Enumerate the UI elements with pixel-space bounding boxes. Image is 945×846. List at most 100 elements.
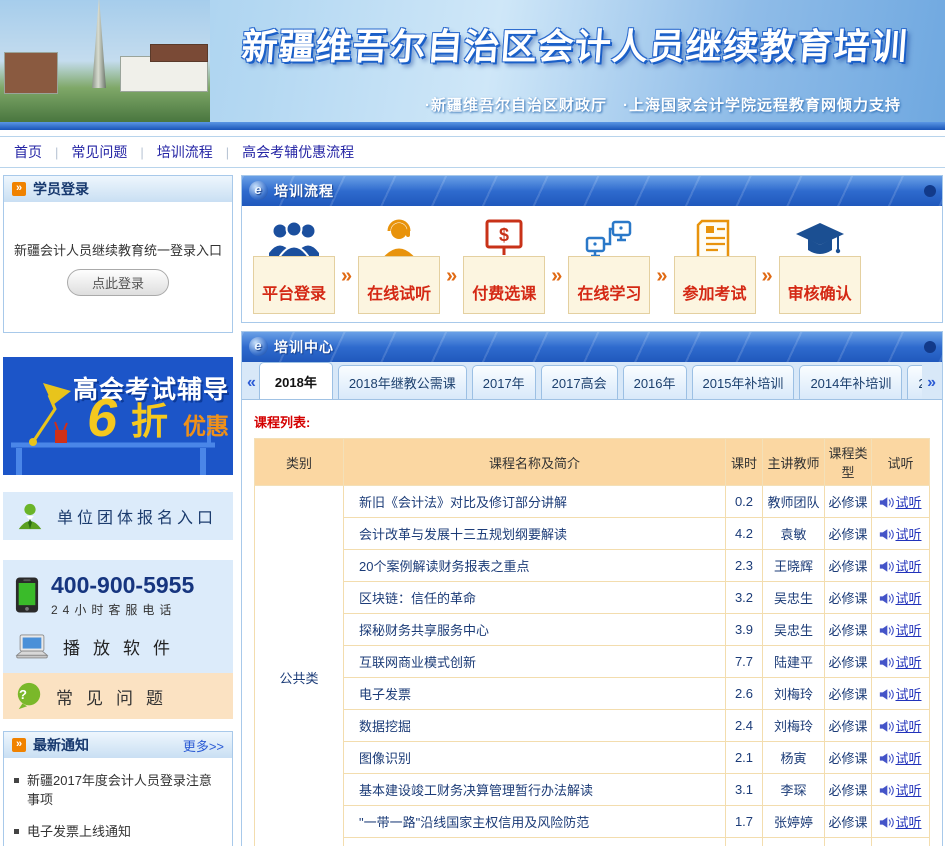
notices-box: » 最新通知 更多>> 新疆2017年度会计人员登录注意事项电子发票上线通知新疆… (3, 731, 233, 846)
teacher-cell: 李琛 (763, 774, 825, 806)
hotline-number: 400-900-5955 (51, 572, 194, 599)
faq-link[interactable]: ? 常见问题 (3, 673, 233, 719)
audition-link[interactable]: 试听 (895, 495, 921, 510)
audition-cell: 试听 (872, 774, 930, 806)
audition-link[interactable]: 试听 (895, 527, 921, 542)
audition-link[interactable]: 试听 (895, 559, 921, 574)
year-tab-3[interactable]: 2017年 (472, 365, 536, 399)
notices-header: » 最新通知 更多>> (4, 732, 232, 758)
course-row: 公共类新旧《会计法》对比及修订部分讲解0.2教师团队必修课试听 (255, 486, 930, 518)
notice-list: 新疆2017年度会计人员登录注意事项电子发票上线通知新疆"高会考试辅导"优惠报名… (4, 758, 232, 846)
step-box: 在线学习 (568, 256, 650, 314)
nav-item-3[interactable]: 培训流程 (144, 142, 226, 162)
column-header: 类别 (255, 439, 344, 486)
course-row: 数据挖掘2.4刘梅玲必修课试听 (255, 710, 930, 742)
year-tab-8[interactable]: 2013年 (907, 365, 922, 399)
course-row: 探秘财务共享服务中心3.9吴忠生必修课试听 (255, 614, 930, 646)
notices-more-link[interactable]: 更多>> (183, 736, 224, 755)
hotline-label: 24小时客服电话 (51, 601, 194, 618)
orange-badge-icon: » (12, 182, 26, 196)
course-hours-cell: 2.1 (726, 742, 763, 774)
promo-discount-char: 折 (131, 403, 168, 440)
teacher-cell: 袁敏 (763, 518, 825, 550)
notice-text: 新疆2017年度会计人员登录注意事项 (27, 772, 222, 810)
nav-item-4[interactable]: 高会考辅优惠流程 (229, 142, 367, 162)
group-signup-entry[interactable]: 单位团体报名入口 (3, 492, 233, 540)
course-type-cell: 必修课 (825, 742, 872, 774)
audition-link[interactable]: 试听 (895, 815, 921, 830)
step-label[interactable]: 在线学习 (569, 280, 649, 304)
audition-link[interactable]: 试听 (895, 719, 921, 734)
course-type-cell: 必修课 (825, 838, 872, 846)
speaker-icon (879, 528, 894, 544)
group-signup-label: 单位团体报名入口 (57, 504, 217, 528)
nav-item-1[interactable]: 首页 (14, 142, 55, 162)
tabs-prev-arrow[interactable]: « (244, 374, 259, 399)
audition-link[interactable]: 试听 (895, 623, 921, 638)
site-title: 新疆维吾尔自治区会计人员继续教育培训 (210, 18, 940, 70)
step-label[interactable]: 参加考试 (675, 280, 755, 304)
year-tab-7[interactable]: 2014年补培训 (799, 365, 902, 399)
audition-cell: 试听 (872, 518, 930, 550)
step-arrow-icon: » (656, 265, 667, 288)
notice-item[interactable]: 电子发票上线通知 (14, 823, 222, 842)
step-arrow-icon: » (762, 265, 773, 288)
course-hours-cell: 2.4 (726, 710, 763, 742)
orange-badge-icon: » (12, 738, 26, 752)
svg-text:$: $ (499, 225, 509, 245)
year-tab-6[interactable]: 2015年补培训 (692, 365, 795, 399)
column-header: 课时 (726, 439, 763, 486)
audition-cell: 试听 (872, 678, 930, 710)
audition-link[interactable]: 试听 (895, 591, 921, 606)
promo-tail: 优惠 (183, 415, 229, 438)
year-tab-5[interactable]: 2016年 (623, 365, 687, 399)
teacher-cell: 陆建平 (763, 646, 825, 678)
login-button[interactable]: 点此登录 (67, 269, 169, 296)
year-tabs-strip: « 2018年2018年继教公需课2017年2017高会2016年2015年补培… (242, 362, 942, 400)
speaker-icon (879, 720, 894, 736)
green-person-icon (15, 501, 45, 531)
step-box: 平台登录 (253, 256, 335, 314)
year-tab-1[interactable]: 2018年 (259, 362, 333, 399)
step-label[interactable]: 审核确认 (780, 280, 860, 304)
year-tab-2[interactable]: 2018年继教公需课 (338, 365, 467, 399)
course-type-cell: 必修课 (825, 806, 872, 838)
course-hours-cell: 2.3 (726, 550, 763, 582)
teacher-cell: 刘梅玲 (763, 710, 825, 742)
audition-link[interactable]: 试听 (895, 655, 921, 670)
speaker-icon (879, 656, 894, 672)
step-label[interactable]: 付费选课 (464, 280, 544, 304)
sponsor-line: ·新疆维吾尔自治区财政厅 ·上海国家会计学院远程教育网倾力支持 (425, 94, 901, 115)
course-type-cell: 必修课 (825, 678, 872, 710)
course-hours-cell: 1.7 (726, 806, 763, 838)
campus-photo (0, 0, 210, 122)
audition-cell: 试听 (872, 806, 930, 838)
audition-cell: 试听 (872, 486, 930, 518)
audition-cell: 试听 (872, 614, 930, 646)
course-name-cell: 新旧《会计法》对比及修订部分讲解 (344, 486, 726, 518)
player-software-link[interactable]: 播放软件 (15, 631, 233, 661)
step-label[interactable]: 平台登录 (254, 280, 334, 304)
audition-link[interactable]: 试听 (895, 687, 921, 702)
question-bubble-icon: ? (15, 681, 43, 711)
hotline-row: 400-900-5955 24小时客服电话 (15, 572, 233, 618)
teacher-cell: 王晓辉 (763, 550, 825, 582)
year-tab-4[interactable]: 2017高会 (541, 365, 618, 399)
step-arrow-icon: » (341, 265, 352, 288)
audition-link[interactable]: 试听 (895, 751, 921, 766)
course-name-cell: 互联网商业模式创新 (344, 646, 726, 678)
laptop-icon (15, 631, 49, 661)
column-header: 主讲教师 (763, 439, 825, 486)
notice-item[interactable]: 新疆2017年度会计人员登录注意事项 (14, 772, 222, 810)
step-label[interactable]: 在线试听 (359, 280, 439, 304)
audition-link[interactable]: 试听 (895, 783, 921, 798)
faq-label: 常见问题 (56, 684, 176, 709)
promo-banner[interactable]: 高会考试辅导 6 折 优惠 (3, 357, 233, 475)
center-panel-header: e 培训中心 (242, 332, 942, 362)
tabs-next-arrow[interactable]: » (924, 374, 939, 399)
login-title: 学员登录 (33, 179, 89, 199)
nav-item-2[interactable]: 常见问题 (58, 142, 140, 162)
course-hours-cell: 4.2 (726, 518, 763, 550)
audition-cell: 试听 (872, 838, 930, 846)
teacher-cell: 教师团队 (763, 486, 825, 518)
